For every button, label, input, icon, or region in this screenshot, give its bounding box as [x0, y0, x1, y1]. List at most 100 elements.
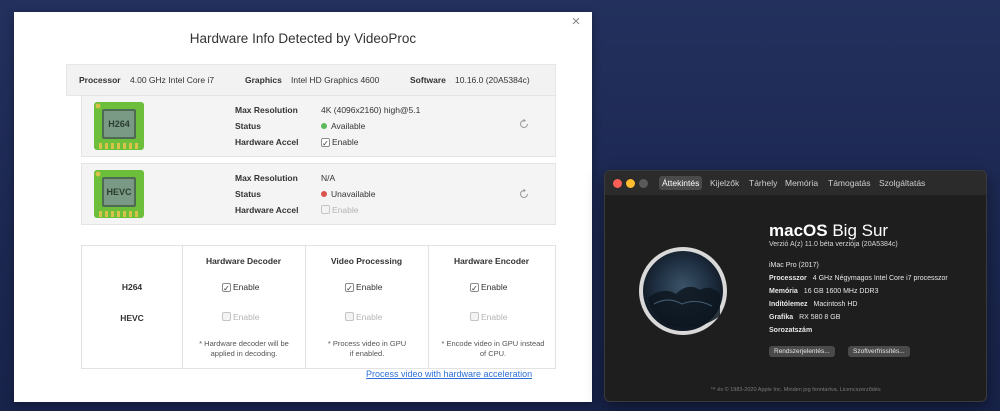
tab-storage[interactable]: Tárhely	[746, 176, 780, 190]
hevc-info-panel: HEVC Max Resolution N/A Status Unavailab…	[81, 163, 556, 225]
spec-label: Memória	[769, 288, 798, 295]
os-version: Verzió A(z) 11.0 béta verziója (20A5384c…	[769, 241, 898, 248]
row-h264: H264	[121, 282, 143, 292]
h264-hw-accel-checkbox[interactable]: ✓ Enable	[321, 137, 359, 148]
hevc-decoder-checkbox[interactable]: Enable	[222, 312, 259, 322]
checkbox-checked-icon[interactable]: ✓	[470, 283, 479, 293]
big-sur-logo-icon	[639, 247, 727, 335]
column-hardware-encoder: Hardware Encoder	[453, 256, 530, 266]
column-video-processing: Video Processing	[330, 256, 403, 266]
h264-encoder-checkbox[interactable]: ✓ Enable	[470, 282, 508, 293]
spec-value: Macintosh HD	[813, 301, 858, 308]
zoom-button[interactable]	[639, 179, 648, 188]
checkbox-text: Enable	[233, 282, 260, 292]
checkbox-text: Enable	[233, 312, 260, 322]
hevc-chip-icon: HEVC	[94, 170, 144, 218]
checkbox-checked-icon[interactable]: ✓	[321, 138, 330, 148]
tab-overview[interactable]: Áttekintés	[659, 176, 703, 190]
hevc-hw-accel-checkbox[interactable]: Enable	[321, 205, 358, 215]
tab-displays[interactable]: Kijelzők	[707, 176, 742, 190]
hevc-max-resolution-value: N/A	[321, 173, 336, 183]
h264-max-resolution-label: Max Resolution	[235, 105, 298, 115]
copyright-text: ™ és © 1983-2020 Apple Inc. Minden jog f…	[710, 387, 881, 393]
videoproc-hardware-dialog: × Hardware Info Detected by VideoProc Pr…	[14, 12, 592, 402]
spec-value: RX 580 8 GB	[799, 314, 841, 321]
encoder-note: * Encode video in GPU instead of CPU.	[434, 339, 552, 359]
refresh-icon[interactable]	[518, 118, 530, 130]
checkbox-text: Enable	[481, 282, 508, 292]
spec-value: 16 GB 1600 MHz DDR3	[803, 288, 879, 295]
minimize-button[interactable]	[626, 179, 635, 188]
column-hardware-decoder: Hardware Decoder	[205, 256, 282, 266]
note-line: if enabled.	[349, 349, 385, 358]
capability-matrix: Hardware Decoder Video Processing Hardwa…	[81, 245, 556, 369]
system-report-button[interactable]: Rendszerjelentés...	[769, 346, 835, 357]
checkbox-text: Enable	[356, 282, 383, 292]
hevc-hw-accel-text: Enable	[332, 205, 359, 215]
hevc-max-resolution-label: Max Resolution	[235, 173, 298, 183]
hevc-encoder-checkbox[interactable]: Enable	[470, 312, 507, 322]
os-name-bold: macOS	[769, 221, 828, 240]
h264-status-label: Status	[235, 121, 261, 131]
note-line: of CPU.	[479, 349, 507, 358]
hevc-status-label: Status	[235, 189, 261, 199]
title-bar: Áttekintés Kijelzők Tárhely Memória Támo…	[605, 171, 986, 195]
about-this-mac-window: Áttekintés Kijelzők Tárhely Memória Támo…	[604, 170, 987, 402]
close-icon[interactable]: ×	[568, 14, 584, 30]
checkbox-text: Enable	[356, 312, 383, 322]
h264-hw-accel-text: Enable	[332, 137, 359, 147]
system-info-bar: Processor 4.00 GHz Intel Core i7 Graphic…	[66, 64, 556, 96]
h264-info-panel: H264 Max Resolution 4K (4096x2160) high@…	[81, 95, 556, 157]
hevc-processing-checkbox[interactable]: Enable	[345, 312, 382, 322]
processor-value: 4.00 GHz Intel Core i7	[130, 75, 215, 85]
spec-processor: Processzor 4 GHz Négymagos Intel Core i7 …	[769, 275, 948, 282]
h264-decoder-checkbox[interactable]: ✓ Enable	[222, 282, 260, 293]
spec-label: Sorozatszám	[769, 327, 813, 334]
tab-memory[interactable]: Memória	[782, 176, 821, 190]
spec-value: 4 GHz Négymagos Intel Core i7 processzor	[812, 275, 948, 282]
checkbox-checked-icon[interactable]: ✓	[345, 283, 354, 293]
row-hevc: HEVC	[120, 313, 144, 323]
software-label: Software	[410, 75, 446, 85]
tab-service[interactable]: Szolgáltatás	[876, 176, 928, 190]
checkbox-unchecked-icon[interactable]	[222, 312, 231, 321]
graphics-label: Graphics	[245, 75, 282, 85]
software-value: 10.16.0 (20A5384c)	[455, 75, 530, 85]
hardware-acceleration-link[interactable]: Process video with hardware acceleration	[366, 369, 532, 379]
h264-status: Available	[321, 121, 365, 131]
checkbox-unchecked-icon[interactable]	[470, 312, 479, 321]
checkbox-checked-icon[interactable]: ✓	[222, 283, 231, 293]
refresh-icon[interactable]	[518, 188, 530, 200]
h264-hw-accel-label: Hardware Accel	[235, 137, 299, 147]
checkbox-unchecked-icon[interactable]	[345, 312, 354, 321]
spec-startup-disk: Indítólemez Macintosh HD	[769, 301, 857, 308]
model-name: iMac Pro (2017)	[769, 262, 819, 269]
os-name-rest: Big Sur	[832, 221, 889, 240]
spec-memory: Memória 16 GB 1600 MHz DDR3	[769, 288, 879, 295]
h264-processing-checkbox[interactable]: ✓ Enable	[345, 282, 383, 293]
decoder-note: * Hardware decoder will be applied in de…	[188, 339, 300, 359]
spec-serial: Sorozatszám	[769, 327, 818, 334]
dialog-title: Hardware Info Detected by VideoProc	[189, 31, 417, 46]
note-line: * Encode video in GPU instead	[441, 339, 545, 348]
processing-note: * Process video in GPU if enabled.	[311, 339, 423, 359]
h264-chip-label: H264	[108, 119, 130, 129]
hevc-status-value: Unavailable	[331, 189, 376, 199]
hevc-hw-accel-label: Hardware Accel	[235, 205, 299, 215]
note-line: * Hardware decoder will be	[199, 339, 289, 348]
tab-support[interactable]: Támogatás	[825, 176, 874, 190]
h264-status-value: Available	[331, 121, 366, 131]
software-update-button[interactable]: Szoftverfrissítés...	[848, 346, 910, 357]
spec-label: Grafika	[769, 314, 794, 321]
os-name: macOS Big Sur	[769, 221, 888, 241]
spec-label: Indítólemez	[769, 301, 808, 308]
checkbox-unchecked-icon[interactable]	[321, 205, 330, 214]
spec-label: Processzor	[769, 275, 807, 282]
spec-graphics: Grafika RX 580 8 GB	[769, 314, 840, 321]
status-dot-icon	[321, 191, 327, 197]
hevc-chip-label: HEVC	[106, 187, 132, 197]
status-dot-icon	[321, 123, 327, 129]
note-line: * Process video in GPU	[327, 339, 407, 348]
close-button[interactable]	[613, 179, 622, 188]
graphics-value: Intel HD Graphics 4600	[291, 75, 380, 85]
